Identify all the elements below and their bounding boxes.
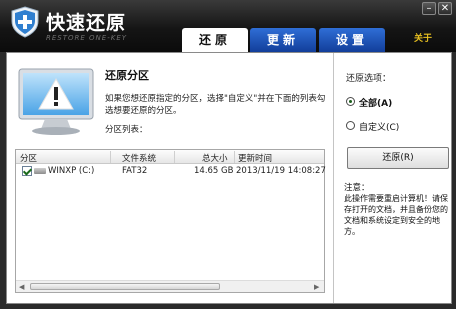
partition-table: 分区 文件系统 总大小 更新时间 WINXP (C:) FAT32 14.65 … bbox=[15, 149, 326, 293]
title-bar: 快速还原 RESTORE ONE-KEY – ✕ 还原 更新 设置 关于 bbox=[0, 0, 456, 52]
app-title: 快速还原 bbox=[46, 12, 127, 34]
monitor-warning-icon bbox=[18, 68, 94, 135]
table-row[interactable]: WINXP (C:) FAT32 14.65 GB 2013/11/19 14:… bbox=[16, 164, 326, 179]
scroll-right-icon[interactable]: ▶ bbox=[314, 283, 319, 291]
column-header-partition[interactable]: 分区 bbox=[20, 152, 37, 164]
app-logo-shield-icon bbox=[11, 6, 39, 38]
column-header-filesystem[interactable]: 文件系统 bbox=[122, 152, 156, 164]
table-header: 分区 文件系统 总大小 更新时间 bbox=[16, 150, 324, 164]
app-subtitle: RESTORE ONE-KEY bbox=[46, 34, 128, 42]
options-panel: 还原选项： 全部(A) 自定义(C) 还原(R) 注意： 此操作需要重启计算机！… bbox=[333, 53, 451, 303]
tab-restore[interactable]: 还原 bbox=[182, 28, 248, 52]
radio-all-label[interactable]: 全部(A) bbox=[359, 96, 392, 109]
column-divider bbox=[174, 151, 175, 163]
section-description: 如果您想还原指定的分区，选择"自定义"并在下面的列表勾选想要还原的分区。 bbox=[105, 94, 326, 116]
partition-list-label: 分区列表： bbox=[105, 125, 148, 135]
column-header-size[interactable]: 总大小 bbox=[202, 152, 228, 164]
main-panel: 还原分区 如果您想还原指定的分区，选择"自定义"并在下面的列表勾选想要还原的分区… bbox=[6, 52, 452, 304]
scrollbar-thumb[interactable] bbox=[30, 283, 220, 290]
radio-custom[interactable] bbox=[346, 121, 355, 130]
partition-size: 14.65 GB bbox=[194, 166, 234, 176]
section-title: 还原分区 bbox=[105, 69, 149, 82]
horizontal-scrollbar[interactable]: ◀ ▶ bbox=[16, 280, 324, 292]
radio-all[interactable] bbox=[346, 97, 355, 106]
column-divider bbox=[234, 151, 235, 163]
partition-updated: 2013/11/19 14:08:27 bbox=[236, 166, 326, 176]
restore-button[interactable]: 还原(R) bbox=[347, 147, 449, 169]
tab-update[interactable]: 更新 bbox=[250, 28, 316, 52]
note-text: 此操作需要重启计算机！请保存打开的文档，并且备份您的文档和系统设定到安全的地方。 bbox=[344, 194, 448, 236]
about-link[interactable]: 关于 bbox=[414, 31, 432, 44]
partition-filesystem: FAT32 bbox=[122, 166, 148, 176]
close-button[interactable]: ✕ bbox=[438, 2, 452, 15]
partition-checkbox[interactable] bbox=[22, 166, 32, 176]
restore-options-label: 还原选项： bbox=[346, 74, 392, 84]
minimize-button[interactable]: – bbox=[422, 2, 436, 15]
column-divider bbox=[110, 151, 111, 163]
note-title: 注意： bbox=[344, 183, 370, 193]
column-header-updated[interactable]: 更新时间 bbox=[238, 152, 272, 164]
scroll-left-icon[interactable]: ◀ bbox=[19, 283, 24, 291]
partition-name: WINXP (C:) bbox=[48, 166, 95, 176]
drive-icon bbox=[34, 168, 46, 174]
tab-settings[interactable]: 设置 bbox=[319, 28, 385, 52]
radio-custom-label[interactable]: 自定义(C) bbox=[359, 120, 399, 133]
